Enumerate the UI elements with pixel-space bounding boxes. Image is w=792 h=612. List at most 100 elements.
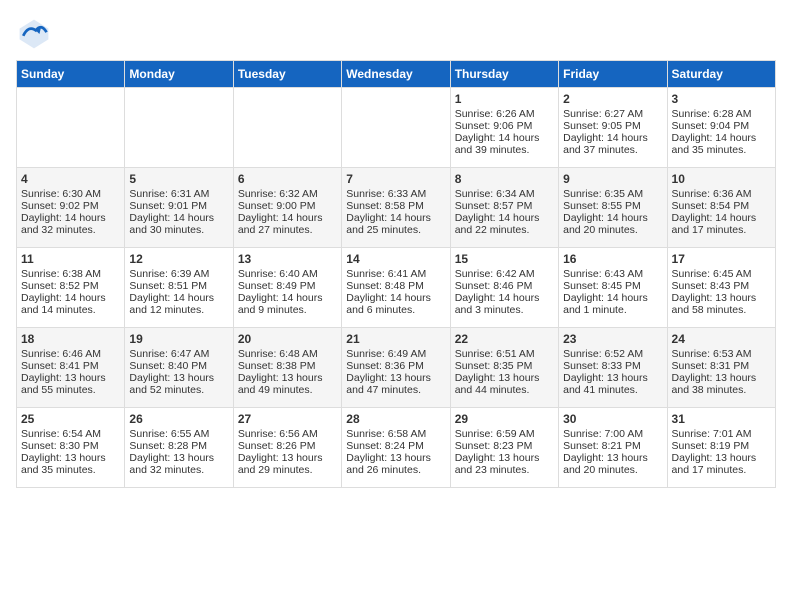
day-header-tuesday: Tuesday [233,61,341,88]
sunrise-text: Sunrise: 6:51 AM [455,348,554,360]
calendar-cell: 21 Sunrise: 6:49 AMSunset: 8:36 PMDayligh… [342,328,450,408]
sunset-text: Sunset: 8:49 PM [238,280,337,292]
sunset-text: Sunset: 9:04 PM [672,120,771,132]
sunset-text: Sunset: 8:48 PM [346,280,445,292]
day-number: 13 [238,252,337,266]
sunset-text: Sunset: 8:33 PM [563,360,662,372]
daylight-text: Daylight: 13 hours and 32 minutes. [129,452,228,476]
day-number: 2 [563,92,662,106]
day-number: 25 [21,412,120,426]
sunrise-text: Sunrise: 6:56 AM [238,428,337,440]
daylight-text: Daylight: 14 hours and 39 minutes. [455,132,554,156]
daylight-text: Daylight: 13 hours and 47 minutes. [346,372,445,396]
daylight-text: Daylight: 14 hours and 9 minutes. [238,292,337,316]
calendar-cell: 10Sunrise: 6:36 AMSunset: 8:54 PMDayligh… [667,168,775,248]
daylight-text: Daylight: 13 hours and 35 minutes. [21,452,120,476]
sunrise-text: Sunrise: 6:35 AM [563,188,662,200]
calendar-cell: 15Sunrise: 6:42 AMSunset: 8:46 PMDayligh… [450,248,558,328]
sunset-text: Sunset: 8:58 PM [346,200,445,212]
week-row-4: 18Sunrise: 6:46 AMSunset: 8:41 PMDayligh… [17,328,776,408]
sunset-text: Sunset: 8:24 PM [346,440,445,452]
week-row-3: 11Sunrise: 6:38 AMSunset: 8:52 PMDayligh… [17,248,776,328]
day-number: 9 [563,172,662,186]
day-number: 21 [346,332,445,346]
sunset-text: Sunset: 8:35 PM [455,360,554,372]
sunrise-text: Sunrise: 6:26 AM [455,108,554,120]
daylight-text: Daylight: 14 hours and 27 minutes. [238,212,337,236]
daylight-text: Daylight: 13 hours and 17 minutes. [672,452,771,476]
sunrise-text: Sunrise: 7:00 AM [563,428,662,440]
sunrise-text: Sunrise: 6:41 AM [346,268,445,280]
week-row-1: 1Sunrise: 6:26 AMSunset: 9:06 PMDaylight… [17,88,776,168]
sunset-text: Sunset: 8:52 PM [21,280,120,292]
sunset-text: Sunset: 8:36 PM [346,360,445,372]
day-number: 12 [129,252,228,266]
day-number: 20 [238,332,337,346]
calendar-cell: 25Sunrise: 6:54 AMSunset: 8:30 PMDayligh… [17,408,125,488]
week-row-5: 25Sunrise: 6:54 AMSunset: 8:30 PMDayligh… [17,408,776,488]
calendar-cell: 27Sunrise: 6:56 AMSunset: 8:26 PMDayligh… [233,408,341,488]
day-number: 22 [455,332,554,346]
daylight-text: Daylight: 14 hours and 30 minutes. [129,212,228,236]
calendar-cell: 18Sunrise: 6:46 AMSunset: 8:41 PMDayligh… [17,328,125,408]
daylight-text: Daylight: 14 hours and 1 minute. [563,292,662,316]
logo-icon [16,16,52,52]
day-number: 8 [455,172,554,186]
calendar-cell: 1Sunrise: 6:26 AMSunset: 9:06 PMDaylight… [450,88,558,168]
daylight-text: Daylight: 13 hours and 23 minutes. [455,452,554,476]
calendar-cell: 9Sunrise: 6:35 AMSunset: 8:55 PMDaylight… [559,168,667,248]
sunset-text: Sunset: 8:51 PM [129,280,228,292]
sunset-text: Sunset: 8:55 PM [563,200,662,212]
day-number: 11 [21,252,120,266]
sunset-text: Sunset: 8:38 PM [238,360,337,372]
sunrise-text: Sunrise: 6:49 AM [346,348,445,360]
daylight-text: Daylight: 13 hours and 41 minutes. [563,372,662,396]
day-number: 3 [672,92,771,106]
daylight-text: Daylight: 13 hours and 26 minutes. [346,452,445,476]
calendar-cell: 5Sunrise: 6:31 AMSunset: 9:01 PMDaylight… [125,168,233,248]
sunrise-text: Sunrise: 6:47 AM [129,348,228,360]
sunrise-text: Sunrise: 6:36 AM [672,188,771,200]
daylight-text: Daylight: 14 hours and 12 minutes. [129,292,228,316]
sunrise-text: Sunrise: 6:53 AM [672,348,771,360]
calendar-cell [233,88,341,168]
calendar-cell: 29Sunrise: 6:59 AMSunset: 8:23 PMDayligh… [450,408,558,488]
header [16,16,776,52]
sunrise-text: Sunrise: 6:55 AM [129,428,228,440]
sunset-text: Sunset: 9:05 PM [563,120,662,132]
day-header-saturday: Saturday [667,61,775,88]
day-headers-row: SundayMondayTuesdayWednesdayThursdayFrid… [17,61,776,88]
daylight-text: Daylight: 13 hours and 38 minutes. [672,372,771,396]
sunset-text: Sunset: 8:31 PM [672,360,771,372]
sunrise-text: Sunrise: 6:59 AM [455,428,554,440]
calendar-cell: 16Sunrise: 6:43 AMSunset: 8:45 PMDayligh… [559,248,667,328]
sunrise-text: Sunrise: 7:01 AM [672,428,771,440]
calendar-cell: 22Sunrise: 6:51 AMSunset: 8:35 PMDayligh… [450,328,558,408]
sunset-text: Sunset: 8:21 PM [563,440,662,452]
logo [16,16,58,52]
calendar-cell: 24Sunrise: 6:53 AMSunset: 8:31 PMDayligh… [667,328,775,408]
sunset-text: Sunset: 8:57 PM [455,200,554,212]
day-header-monday: Monday [125,61,233,88]
sunset-text: Sunset: 8:19 PM [672,440,771,452]
day-number: 10 [672,172,771,186]
calendar-cell: 31Sunrise: 7:01 AMSunset: 8:19 PMDayligh… [667,408,775,488]
daylight-text: Daylight: 14 hours and 22 minutes. [455,212,554,236]
sunset-text: Sunset: 9:02 PM [21,200,120,212]
calendar-cell: 12 Sunrise: 6:39 AMSunset: 8:51 PMDayligh… [125,248,233,328]
sunset-text: Sunset: 9:01 PM [129,200,228,212]
day-header-friday: Friday [559,61,667,88]
calendar-cell: 2Sunrise: 6:27 AMSunset: 9:05 PMDaylight… [559,88,667,168]
sunrise-text: Sunrise: 6:34 AM [455,188,554,200]
sunset-text: Sunset: 8:23 PM [455,440,554,452]
calendar-cell: 3Sunrise: 6:28 AMSunset: 9:04 PMDaylight… [667,88,775,168]
day-number: 30 [563,412,662,426]
daylight-text: Daylight: 13 hours and 29 minutes. [238,452,337,476]
day-header-wednesday: Wednesday [342,61,450,88]
daylight-text: Daylight: 13 hours and 58 minutes. [672,292,771,316]
calendar-cell: 20Sunrise: 6:48 AMSunset: 8:38 PMDayligh… [233,328,341,408]
day-number: 4 [21,172,120,186]
daylight-text: Daylight: 14 hours and 25 minutes. [346,212,445,236]
sunrise-text: Sunrise: 6:39 AM [129,268,228,280]
day-number: 19 [129,332,228,346]
